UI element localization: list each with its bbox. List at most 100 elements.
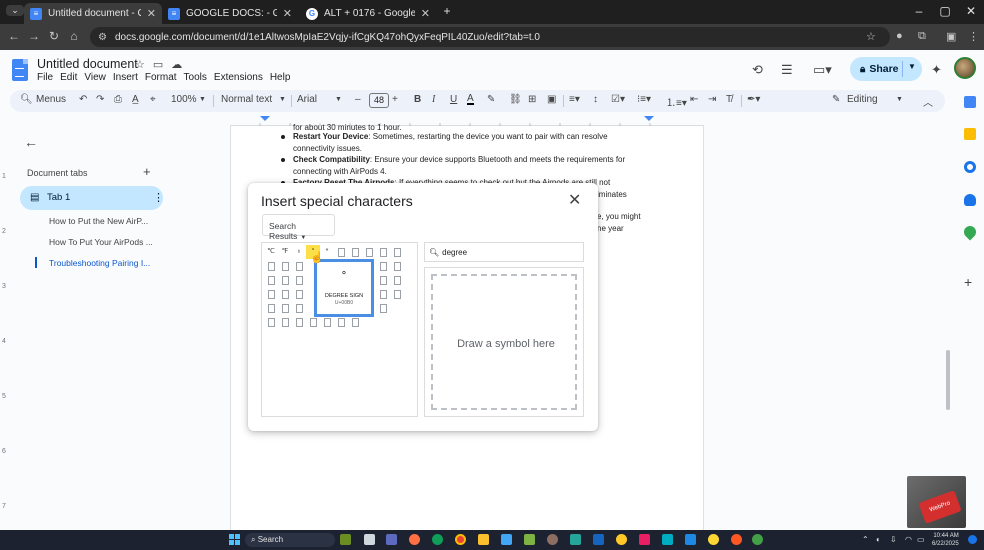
keep-icon[interactable] — [964, 128, 976, 140]
app-icon[interactable] — [593, 534, 604, 545]
char-cell[interactable] — [390, 287, 404, 301]
get-addons-icon[interactable]: + — [964, 274, 972, 290]
wifi-icon[interactable]: ◠ — [905, 535, 912, 544]
browser-tab-google-search[interactable]: G ALT + 0176 - Google Search ✕ — [300, 3, 436, 24]
battery-icon[interactable]: ▭ — [917, 535, 925, 544]
search-menus-label[interactable]: Menus — [36, 94, 66, 105]
app-icon[interactable] — [570, 534, 581, 545]
paint-format-icon[interactable]: ⌖ — [150, 94, 156, 105]
line-spacing-icon[interactable]: ↕ — [593, 94, 598, 105]
bold-icon[interactable]: B — [414, 94, 421, 105]
char-cell[interactable] — [278, 315, 292, 329]
app-icon[interactable] — [731, 534, 742, 545]
outline-heading-item-active[interactable]: Troubleshooting Pairing I... — [49, 258, 159, 268]
image-icon[interactable]: ▣ — [547, 94, 556, 105]
print-icon[interactable]: ⎙ — [114, 94, 122, 105]
file-explorer-icon[interactable] — [478, 534, 489, 545]
tray-icon[interactable]: ◐ — [876, 535, 881, 544]
camera-extension-icon[interactable]: ● — [896, 30, 903, 42]
calendar-icon[interactable] — [964, 96, 976, 108]
char-cell[interactable]: ℃ — [264, 245, 278, 259]
link-icon[interactable]: ⛓ — [509, 94, 522, 105]
font-dropdown-icon[interactable]: ▼ — [335, 96, 342, 103]
tray-icon[interactable]: ⇩ — [890, 535, 897, 544]
outline-heading-item[interactable]: How To Put Your AirPods ... — [49, 237, 159, 247]
font-size-input[interactable]: 48 — [369, 93, 389, 108]
checklist-icon[interactable]: ☑▾ — [611, 94, 625, 105]
outline-heading-item[interactable]: How to Put the New AirP... — [49, 216, 159, 226]
spellcheck-icon[interactable]: A̲ — [132, 94, 139, 105]
right-indent-marker[interactable] — [644, 116, 654, 121]
app-icon[interactable] — [708, 534, 719, 545]
tasks-icon[interactable] — [964, 161, 976, 173]
char-cell[interactable] — [376, 245, 390, 259]
draw-symbol-canvas[interactable]: Draw a symbol here — [431, 274, 577, 410]
decrease-font-icon[interactable]: – — [355, 94, 361, 105]
char-cell[interactable] — [362, 245, 376, 259]
text-color-icon[interactable]: A — [467, 94, 474, 105]
char-cell[interactable] — [334, 315, 348, 329]
tab-1-item[interactable]: ▤ Tab 1 ⋮ — [20, 186, 164, 210]
menu-file[interactable]: File — [37, 72, 53, 83]
decrease-indent-icon[interactable]: ⇤ — [690, 94, 698, 105]
category-select[interactable]: Search Results ▼ — [262, 214, 335, 241]
home-icon[interactable]: ⌂ — [66, 29, 82, 43]
draw-symbol-area[interactable]: Draw a symbol here — [424, 267, 584, 417]
app-icon[interactable] — [524, 534, 535, 545]
browser-menu-icon[interactable]: ⋮ — [968, 30, 979, 43]
search-menus-icon[interactable]: 🔍︎ — [20, 94, 33, 105]
char-cell[interactable] — [292, 273, 306, 287]
char-cell[interactable] — [278, 287, 292, 301]
reload-icon[interactable]: ↻ — [46, 29, 62, 43]
tab-options-icon[interactable]: ⋮ — [153, 191, 164, 204]
close-dialog-icon[interactable]: ✕ — [568, 190, 581, 210]
char-cell[interactable] — [292, 301, 306, 315]
app-icon[interactable] — [547, 534, 558, 545]
style-dropdown-icon[interactable]: ▼ — [279, 96, 286, 103]
comments-icon[interactable]: ☰ — [781, 62, 793, 78]
gemini-icon[interactable]: ✦ — [931, 62, 942, 78]
char-cell[interactable] — [390, 273, 404, 287]
char-cell[interactable] — [278, 259, 292, 273]
char-cell[interactable] — [292, 259, 306, 273]
clear-formatting-icon[interactable]: T̸ — [726, 94, 732, 105]
pen-icon[interactable]: ✒▾ — [747, 94, 760, 105]
char-cell[interactable] — [264, 315, 278, 329]
site-info-icon[interactable]: ⚙ — [98, 32, 107, 43]
char-cell[interactable] — [264, 259, 278, 273]
menu-format[interactable]: Format — [145, 72, 177, 83]
char-cell[interactable] — [348, 315, 362, 329]
firefox-icon[interactable] — [409, 534, 420, 545]
char-cell[interactable] — [264, 273, 278, 287]
back-icon[interactable]: ← — [6, 29, 22, 43]
store-icon[interactable] — [501, 534, 512, 545]
undo-icon[interactable]: ↶ — [79, 94, 87, 105]
chrome-icon[interactable] — [455, 534, 466, 545]
extensions-icon[interactable]: ⧉ — [918, 30, 926, 43]
task-view-icon[interactable] — [364, 534, 375, 545]
char-cell[interactable] — [376, 273, 390, 287]
editing-mode-dropdown-icon[interactable]: ▼ — [896, 96, 903, 103]
menu-extensions[interactable]: Extensions — [214, 72, 263, 83]
char-cell[interactable] — [334, 245, 348, 259]
document-scrollbar[interactable] — [946, 350, 950, 410]
widgets-icon[interactable] — [340, 534, 351, 545]
taskbar-clock[interactable]: 10:44 AM 6/22/2025 — [932, 532, 959, 548]
forward-icon[interactable]: → — [26, 29, 42, 43]
menu-edit[interactable]: Edit — [60, 72, 77, 83]
char-cell[interactable] — [320, 315, 334, 329]
cloud-status-icon[interactable]: ☁ — [171, 58, 182, 71]
font-select[interactable]: Arial — [297, 94, 317, 105]
app-icon[interactable] — [616, 534, 627, 545]
char-cell[interactable]: ♁ — [292, 245, 306, 259]
close-window-icon[interactable]: ✕ — [962, 4, 980, 18]
char-cell[interactable] — [390, 245, 404, 259]
bulleted-list-icon[interactable]: ⁝≡▾ — [637, 94, 651, 105]
increase-indent-icon[interactable]: ⇥ — [708, 94, 716, 105]
menu-tools[interactable]: Tools — [184, 72, 207, 83]
app-icon[interactable] — [639, 534, 650, 545]
char-cell[interactable] — [348, 245, 362, 259]
char-cell[interactable] — [264, 287, 278, 301]
document-title[interactable]: Untitled document — [37, 57, 138, 71]
editing-mode-icon[interactable]: ✎ — [832, 94, 840, 105]
